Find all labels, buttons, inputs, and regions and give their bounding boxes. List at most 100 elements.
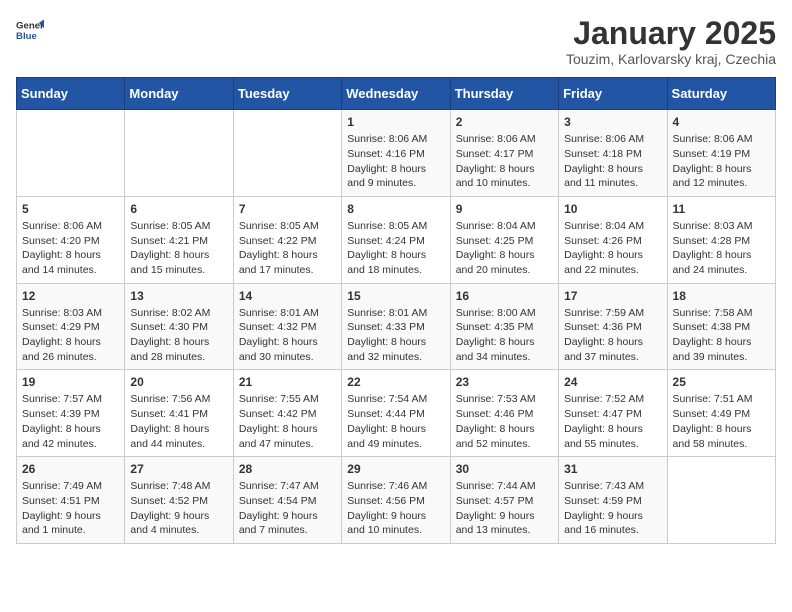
day-number: 31	[564, 462, 661, 476]
daylight-hours: Sunrise: 8:05 AM Sunset: 4:24 PM Dayligh…	[347, 219, 444, 278]
logo: General Blue	[16, 16, 44, 44]
calendar-week-4: 19 Sunrise: 7:57 AM Sunset: 4:39 PM Dayli…	[17, 370, 776, 457]
location-title: Touzim, Karlovarsky kraj, Czechia	[566, 51, 776, 67]
daylight-hours: Sunrise: 8:01 AM Sunset: 4:33 PM Dayligh…	[347, 306, 444, 365]
daylight-hours: Sunrise: 7:56 AM Sunset: 4:41 PM Dayligh…	[130, 392, 227, 451]
day-number: 10	[564, 202, 661, 216]
day-number: 9	[456, 202, 553, 216]
calendar-cell: 29Sunrise: 7:46 AM Sunset: 4:56 PM Dayli…	[342, 457, 450, 544]
day-number: 8	[347, 202, 444, 216]
calendar-week-3: 12Sunrise: 8:03 AM Sunset: 4:29 PM Dayli…	[17, 283, 776, 370]
day-number: 1	[347, 115, 444, 129]
day-number: 5	[22, 202, 119, 216]
calendar-cell: 14 Sunrise: 8:01 AM Sunset: 4:32 PM Dayli…	[233, 283, 341, 370]
calendar-cell: 28 Sunrise: 7:47 AM Sunset: 4:54 PM Dayli…	[233, 457, 341, 544]
calendar-cell	[667, 457, 775, 544]
calendar-cell	[233, 110, 341, 197]
svg-text:Blue: Blue	[16, 31, 37, 42]
calendar-header-row: SundayMondayTuesdayWednesdayThursdayFrid…	[17, 78, 776, 110]
daylight-hours: Sunrise: 8:04 AM Sunset: 4:26 PM Dayligh…	[564, 219, 661, 278]
daylight-hours: Sunrise: 8:06 AM Sunset: 4:16 PM Dayligh…	[347, 132, 444, 191]
daylight-hours: Sunrise: 7:48 AM Sunset: 4:52 PM Dayligh…	[130, 479, 227, 538]
day-number: 21	[239, 375, 336, 389]
title-area: January 2025 Touzim, Karlovarsky kraj, C…	[566, 16, 776, 67]
calendar-cell: 6 Sunrise: 8:05 AM Sunset: 4:21 PM Daylig…	[125, 196, 233, 283]
daylight-hours: Sunrise: 8:06 AM Sunset: 4:19 PM Dayligh…	[673, 132, 770, 191]
daylight-hours: Sunrise: 7:57 AM Sunset: 4:39 PM Dayligh…	[22, 392, 119, 451]
calendar-cell: 19 Sunrise: 7:57 AM Sunset: 4:39 PM Dayli…	[17, 370, 125, 457]
calendar-cell: 24 Sunrise: 7:52 AM Sunset: 4:47 PM Dayli…	[559, 370, 667, 457]
daylight-hours: Sunrise: 7:44 AM Sunset: 4:57 PM Dayligh…	[456, 479, 553, 538]
day-number: 2	[456, 115, 553, 129]
calendar-cell: 13 Sunrise: 8:02 AM Sunset: 4:30 PM Dayli…	[125, 283, 233, 370]
day-number: 23	[456, 375, 553, 389]
page-header: General Blue January 2025 Touzim, Karlov…	[16, 16, 776, 67]
calendar-cell: 17 Sunrise: 7:59 AM Sunset: 4:36 PM Dayli…	[559, 283, 667, 370]
calendar-cell: 12Sunrise: 8:03 AM Sunset: 4:29 PM Dayli…	[17, 283, 125, 370]
calendar-cell: 4 Sunrise: 8:06 AM Sunset: 4:19 PM Daylig…	[667, 110, 775, 197]
calendar-cell: 11Sunrise: 8:03 AM Sunset: 4:28 PM Dayli…	[667, 196, 775, 283]
calendar-cell: 1 Sunrise: 8:06 AM Sunset: 4:16 PM Daylig…	[342, 110, 450, 197]
calendar-cell: 22 Sunrise: 7:54 AM Sunset: 4:44 PM Dayli…	[342, 370, 450, 457]
daylight-hours: Sunrise: 7:55 AM Sunset: 4:42 PM Dayligh…	[239, 392, 336, 451]
day-number: 22	[347, 375, 444, 389]
col-header-sunday: Sunday	[17, 78, 125, 110]
calendar-cell: 23 Sunrise: 7:53 AM Sunset: 4:46 PM Dayli…	[450, 370, 558, 457]
daylight-hours: Sunrise: 7:51 AM Sunset: 4:49 PM Dayligh…	[673, 392, 770, 451]
daylight-hours: Sunrise: 8:05 AM Sunset: 4:21 PM Dayligh…	[130, 219, 227, 278]
calendar-week-5: 26 Sunrise: 7:49 AM Sunset: 4:51 PM Dayli…	[17, 457, 776, 544]
day-number: 19	[22, 375, 119, 389]
day-number: 11	[673, 202, 770, 216]
daylight-hours: Sunrise: 8:01 AM Sunset: 4:32 PM Dayligh…	[239, 306, 336, 365]
col-header-tuesday: Tuesday	[233, 78, 341, 110]
col-header-monday: Monday	[125, 78, 233, 110]
calendar-cell: 30Sunrise: 7:44 AM Sunset: 4:57 PM Dayli…	[450, 457, 558, 544]
calendar-cell: 8 Sunrise: 8:05 AM Sunset: 4:24 PM Daylig…	[342, 196, 450, 283]
col-header-thursday: Thursday	[450, 78, 558, 110]
day-number: 12	[22, 289, 119, 303]
daylight-hours: Sunrise: 7:49 AM Sunset: 4:51 PM Dayligh…	[22, 479, 119, 538]
day-number: 6	[130, 202, 227, 216]
daylight-hours: Sunrise: 7:54 AM Sunset: 4:44 PM Dayligh…	[347, 392, 444, 451]
day-number: 13	[130, 289, 227, 303]
daylight-hours: Sunrise: 8:06 AM Sunset: 4:20 PM Dayligh…	[22, 219, 119, 278]
day-number: 15	[347, 289, 444, 303]
col-header-saturday: Saturday	[667, 78, 775, 110]
calendar-cell: 15 Sunrise: 8:01 AM Sunset: 4:33 PM Dayli…	[342, 283, 450, 370]
daylight-hours: Sunrise: 7:43 AM Sunset: 4:59 PM Dayligh…	[564, 479, 661, 538]
col-header-friday: Friday	[559, 78, 667, 110]
daylight-hours: Sunrise: 7:59 AM Sunset: 4:36 PM Dayligh…	[564, 306, 661, 365]
svg-text:General: General	[16, 20, 44, 31]
daylight-hours: Sunrise: 8:06 AM Sunset: 4:18 PM Dayligh…	[564, 132, 661, 191]
day-number: 29	[347, 462, 444, 476]
daylight-hours: Sunrise: 8:04 AM Sunset: 4:25 PM Dayligh…	[456, 219, 553, 278]
calendar-cell: 18Sunrise: 7:58 AM Sunset: 4:38 PM Dayli…	[667, 283, 775, 370]
calendar-cell: 27 Sunrise: 7:48 AM Sunset: 4:52 PM Dayli…	[125, 457, 233, 544]
day-number: 16	[456, 289, 553, 303]
day-number: 27	[130, 462, 227, 476]
calendar-cell: 21 Sunrise: 7:55 AM Sunset: 4:42 PM Dayli…	[233, 370, 341, 457]
calendar-cell: 7Sunrise: 8:05 AM Sunset: 4:22 PM Daylig…	[233, 196, 341, 283]
day-number: 20	[130, 375, 227, 389]
daylight-hours: Sunrise: 7:53 AM Sunset: 4:46 PM Dayligh…	[456, 392, 553, 451]
calendar-cell: 16Sunrise: 8:00 AM Sunset: 4:35 PM Dayli…	[450, 283, 558, 370]
calendar-cell: 31 Sunrise: 7:43 AM Sunset: 4:59 PM Dayli…	[559, 457, 667, 544]
calendar-cell: 5 Sunrise: 8:06 AM Sunset: 4:20 PM Daylig…	[17, 196, 125, 283]
day-number: 28	[239, 462, 336, 476]
calendar-cell	[17, 110, 125, 197]
calendar-cell: 10 Sunrise: 8:04 AM Sunset: 4:26 PM Dayli…	[559, 196, 667, 283]
day-number: 3	[564, 115, 661, 129]
daylight-hours: Sunrise: 7:47 AM Sunset: 4:54 PM Dayligh…	[239, 479, 336, 538]
daylight-hours: Sunrise: 8:02 AM Sunset: 4:30 PM Dayligh…	[130, 306, 227, 365]
day-number: 24	[564, 375, 661, 389]
calendar-cell: 3 Sunrise: 8:06 AM Sunset: 4:18 PM Daylig…	[559, 110, 667, 197]
day-number: 14	[239, 289, 336, 303]
day-number: 17	[564, 289, 661, 303]
day-number: 26	[22, 462, 119, 476]
day-number: 7	[239, 202, 336, 216]
daylight-hours: Sunrise: 8:06 AM Sunset: 4:17 PM Dayligh…	[456, 132, 553, 191]
calendar-week-1: 1 Sunrise: 8:06 AM Sunset: 4:16 PM Daylig…	[17, 110, 776, 197]
day-number: 4	[673, 115, 770, 129]
calendar-cell: 20 Sunrise: 7:56 AM Sunset: 4:41 PM Dayli…	[125, 370, 233, 457]
daylight-hours: Sunrise: 7:52 AM Sunset: 4:47 PM Dayligh…	[564, 392, 661, 451]
